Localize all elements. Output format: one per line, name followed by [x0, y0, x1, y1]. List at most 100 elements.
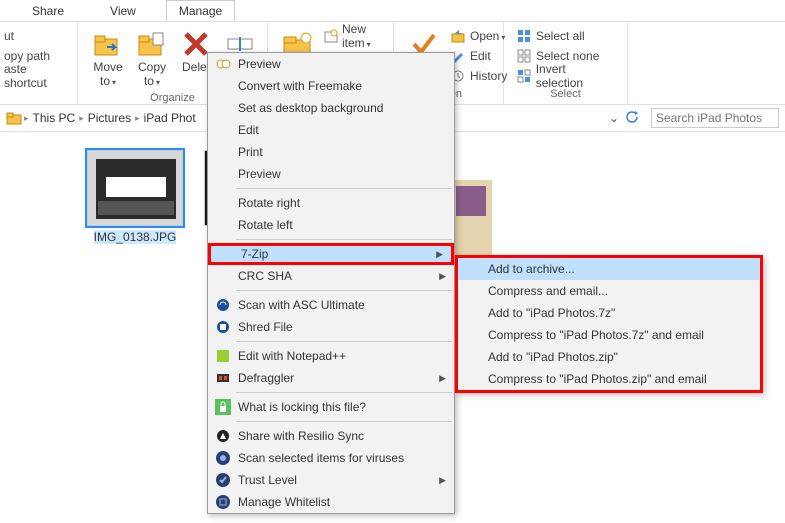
submenu-item-compress-to-ipad-photos-zip-and-email[interactable]: Compress to "iPad Photos.zip" and email [458, 368, 760, 390]
context-item-scan-with-asc-ultimate[interactable]: Scan with ASC Ultimate [208, 294, 454, 316]
blank-icon [212, 265, 234, 287]
submenu-item-add-to-archive-[interactable]: Add to archive... [458, 258, 760, 280]
context-item-convert-with-freemake[interactable]: Convert with Freemake [208, 75, 454, 97]
paste-shortcut-button[interactable]: aste shortcut [0, 66, 69, 86]
file-item[interactable]: IMG_0138.JPG [80, 150, 190, 244]
context-item-label: Edit [234, 123, 446, 137]
context-item-edit[interactable]: Edit [208, 119, 454, 141]
context-item-preview[interactable]: Preview [208, 53, 454, 75]
address-dropdown[interactable]: ⌄ [607, 111, 621, 125]
context-item-what-is-locking-this-file-[interactable]: What is locking this file? [208, 396, 454, 418]
virus-icon [212, 447, 234, 469]
context-item-7-zip[interactable]: 7-Zip▶ [208, 243, 454, 265]
context-item-label: CRC SHA [234, 269, 439, 283]
context-submenu-7zip: Add to archive...Compress and email...Ad… [455, 255, 763, 393]
breadcrumb-item[interactable]: This PC [29, 111, 80, 125]
context-item-crc-sha[interactable]: CRC SHA▶ [208, 265, 454, 287]
new-item-button[interactable]: New item [320, 26, 385, 46]
chevron-right-icon: ▶ [439, 271, 446, 282]
context-item-label: Scan selected items for viruses [234, 451, 446, 465]
folder-icon [6, 111, 24, 125]
context-item-preview[interactable]: Preview [208, 163, 454, 185]
tab-manage[interactable]: Manage [166, 0, 235, 21]
context-item-label: Manage Whitelist [234, 495, 446, 509]
blank-icon [215, 243, 237, 265]
context-item-defraggler[interactable]: Defraggler▶ [208, 367, 454, 389]
context-item-label: Share with Resilio Sync [234, 429, 446, 443]
move-to-button[interactable]: Move to [86, 26, 130, 92]
context-item-label: Set as desktop background [234, 101, 446, 115]
context-item-label: Print [234, 145, 446, 159]
breadcrumb-item[interactable]: iPad Phot [140, 111, 200, 125]
context-item-rotate-right[interactable]: Rotate right [208, 192, 454, 214]
resilio-icon [212, 425, 234, 447]
submenu-item-compress-to-ipad-photos-7z-and-email[interactable]: Compress to "iPad Photos.7z" and email [458, 324, 760, 346]
refresh-button[interactable] [625, 110, 641, 126]
blank-icon [212, 75, 234, 97]
submenu-item-add-to-ipad-photos-7z-[interactable]: Add to "iPad Photos.7z" [458, 302, 760, 324]
whitelist-icon [212, 491, 234, 513]
context-item-label: Convert with Freemake [234, 79, 446, 93]
open-icon [450, 28, 466, 44]
chevron-right-icon: ▶ [439, 373, 446, 384]
context-item-label: Shred File [234, 320, 446, 334]
context-item-label: Rotate left [234, 218, 446, 232]
breadcrumb-item[interactable]: Pictures [84, 111, 135, 125]
context-item-label: Scan with ASC Ultimate [234, 298, 446, 312]
context-item-set-as-desktop-background[interactable]: Set as desktop background [208, 97, 454, 119]
trust-icon [212, 469, 234, 491]
context-item-share-with-resilio-sync[interactable]: Share with Resilio Sync [208, 425, 454, 447]
window-tabs: Share View Manage [0, 0, 785, 22]
shred-icon [212, 316, 234, 338]
tab-view[interactable]: View [98, 1, 148, 21]
context-item-label: 7-Zip [237, 247, 436, 261]
blank-icon [212, 163, 234, 185]
context-item-scan-selected-items-for-viruses[interactable]: Scan selected items for viruses [208, 447, 454, 469]
copy-to-button[interactable]: Copy to [130, 26, 174, 92]
invert-selection-icon [516, 68, 532, 84]
blank-icon [212, 214, 234, 236]
submenu-item-add-to-ipad-photos-zip-[interactable]: Add to "iPad Photos.zip" [458, 346, 760, 368]
context-item-label: Preview [234, 57, 446, 71]
folder-copy-icon [136, 28, 168, 60]
search-input[interactable] [651, 108, 779, 128]
chevron-right-icon: ▶ [436, 249, 443, 260]
new-item-icon [324, 28, 338, 44]
history-button[interactable]: History [446, 66, 511, 86]
submenu-item-compress-and-email-[interactable]: Compress and email... [458, 280, 760, 302]
select-none-icon [516, 48, 532, 64]
context-item-label: Defraggler [234, 371, 439, 385]
open-button[interactable]: Open [446, 26, 511, 46]
context-item-manage-whitelist[interactable]: Manage Whitelist [208, 491, 454, 513]
asc-icon [212, 294, 234, 316]
context-item-print[interactable]: Print [208, 141, 454, 163]
thumbnail [87, 150, 183, 226]
chevron-right-icon: ▶ [439, 475, 446, 486]
cut-button[interactable]: ut [0, 26, 69, 46]
blank-icon [212, 192, 234, 214]
context-item-label: Preview [234, 167, 446, 181]
select-all-button[interactable]: Select all [512, 26, 619, 46]
invert-selection-button[interactable]: Invert selection [512, 66, 619, 86]
folder-move-icon [92, 28, 124, 60]
blank-icon [212, 119, 234, 141]
lock-icon [212, 396, 234, 418]
npp-icon [212, 345, 234, 367]
select-group-label: Select [512, 88, 619, 102]
select-all-icon [516, 28, 532, 44]
context-menu: Preview Convert with Freemake Set as deskt… [207, 52, 455, 514]
context-item-shred-file[interactable]: Shred File [208, 316, 454, 338]
defrag-icon [212, 367, 234, 389]
thumbnail-occluded [452, 180, 492, 256]
blank-icon [212, 141, 234, 163]
context-item-label: What is locking this file? [234, 400, 446, 414]
preview-icon [212, 53, 234, 75]
context-item-rotate-left[interactable]: Rotate left [208, 214, 454, 236]
edit-button[interactable]: Edit [446, 46, 511, 66]
context-item-label: Rotate right [234, 196, 446, 210]
tab-share[interactable]: Share [20, 1, 76, 21]
context-item-trust-level[interactable]: Trust Level▶ [208, 469, 454, 491]
context-item-edit-with-notepad-[interactable]: Edit with Notepad++ [208, 345, 454, 367]
context-item-label: Trust Level [234, 473, 439, 487]
file-name-label: IMG_0138.JPG [94, 230, 177, 244]
